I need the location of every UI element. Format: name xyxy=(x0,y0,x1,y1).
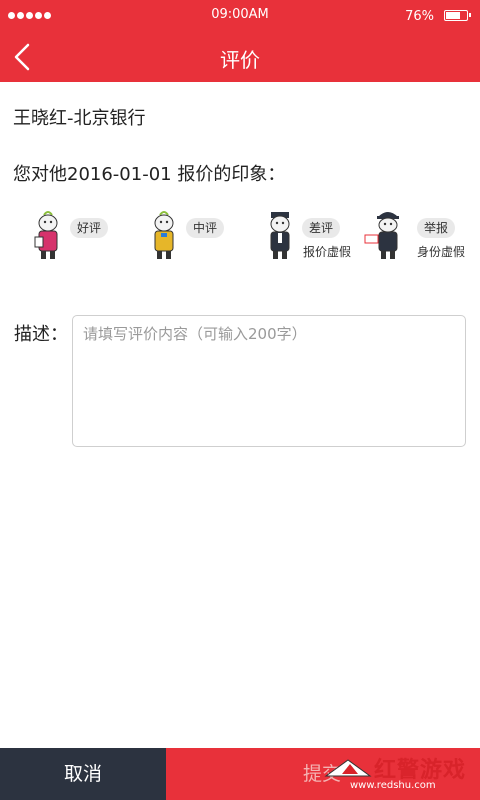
watermark-url: www.redshu.com xyxy=(350,780,436,791)
cartoon-neutral-icon xyxy=(154,211,174,259)
rating-options: 好评 中评 差评 报价虚假 举报 身份虚假 xyxy=(0,205,480,275)
description-input[interactable] xyxy=(72,315,466,447)
rating-label: 差评 xyxy=(302,218,341,238)
cartoon-police-icon xyxy=(364,212,399,259)
rating-question: 您对他2016-01-01 报价的印象： xyxy=(13,164,286,185)
page-title: 评价 xyxy=(220,48,260,72)
cancel-button[interactable]: 取消 xyxy=(0,748,166,800)
rating-label: 好评 xyxy=(70,218,109,238)
rating-neutral-button[interactable]: 中评 xyxy=(146,205,256,270)
rating-good-button[interactable]: 好评 xyxy=(30,205,140,270)
quote-source: 王晓红-北京银行 xyxy=(13,108,146,129)
watermark-logo-icon xyxy=(324,759,372,777)
header-bar: 评价 xyxy=(0,32,480,82)
cartoon-bad-icon xyxy=(270,212,290,259)
watermark: 红警游戏 www.redshu.com xyxy=(324,752,474,796)
description-label: 描述： xyxy=(14,324,68,345)
rating-label: 中评 xyxy=(186,218,225,238)
battery-percent: 76% xyxy=(405,9,434,24)
rating-sublabel: 身份虚假 xyxy=(417,245,466,259)
rating-sublabel: 报价虚假 xyxy=(303,245,352,259)
battery-icon xyxy=(444,10,471,21)
report-button[interactable]: 举报 身份虚假 xyxy=(364,205,474,270)
rating-label: 举报 xyxy=(417,218,456,238)
rating-bad-button[interactable]: 差评 报价虚假 xyxy=(262,205,372,270)
status-bar: 09:00AM 76% xyxy=(0,0,480,32)
cartoon-good-icon xyxy=(34,211,58,259)
